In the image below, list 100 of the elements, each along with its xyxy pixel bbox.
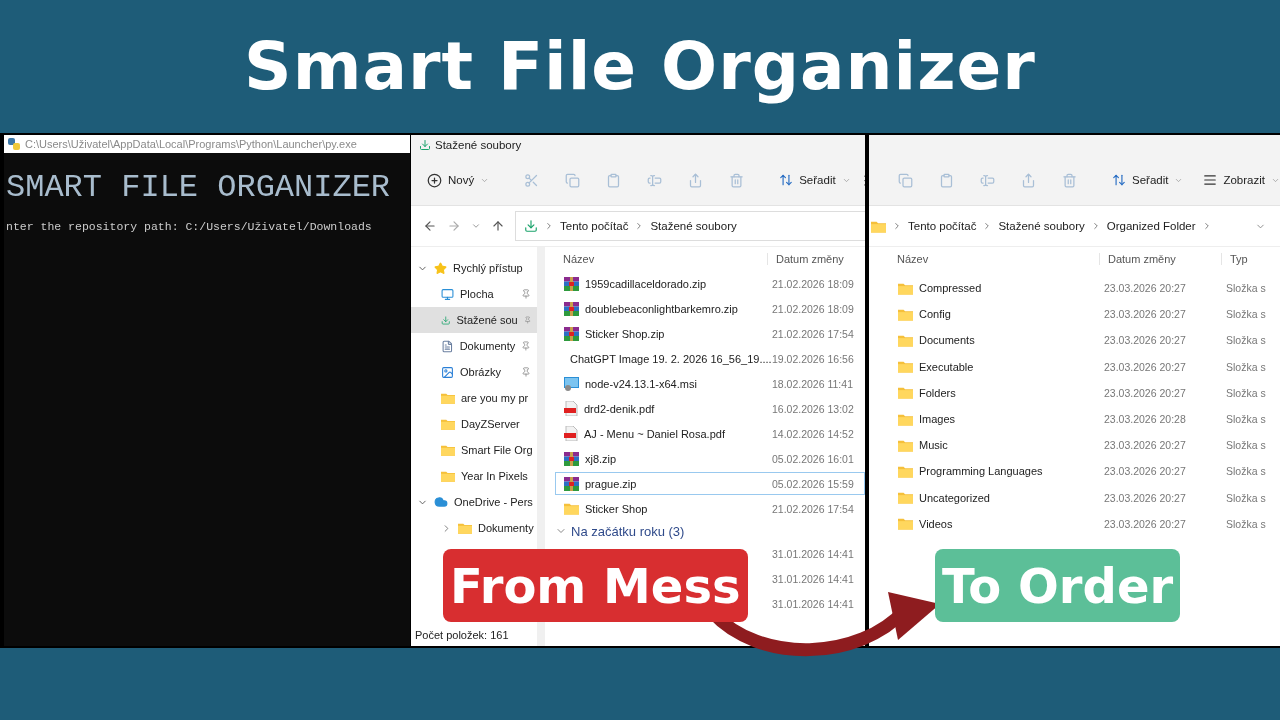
column-header[interactable]: Název [889,253,1099,265]
folder-row[interactable]: Uncategorized 23.03.2026 20:27 Složka s [889,485,1280,510]
address-bar[interactable]: Tento počítač Stažené soubory [515,211,865,241]
breadcrumb-item[interactable]: Stažené soubory [998,220,1085,232]
folder-name: Executable [919,360,974,373]
file-row[interactable]: Sticker Shop 21.02.2026 17:54 [555,497,865,520]
sort-icon [1112,173,1126,187]
column-header[interactable]: Datum změny [1099,253,1221,265]
archive-icon [564,301,579,316]
column-header[interactable]: Typ [1221,253,1280,265]
date-cell-text: 23.03.2026 20:27 [1103,491,1187,504]
date-cell-text: 23.03.2026 20:28 [1103,413,1187,426]
file-row[interactable]: 1959cadillaceldorado.zip 21.02.2026 18:09 [555,272,865,295]
up-icon[interactable] [491,219,505,233]
sidebar-item[interactable]: Stažené sou [411,307,537,333]
date-cell-text: 16.02.2026 13:02 [771,402,855,415]
forward-icon[interactable] [447,219,461,233]
type-cell-text: Složka s [1225,413,1267,426]
sidebar-item[interactable]: Dokumenty [411,515,537,541]
label-badge: To Order [935,549,1181,622]
window-title: Stažené soubory [435,139,522,151]
date-cell-text: 21.02.2026 18:09 [771,302,855,315]
file-row[interactable]: drd2-denik.pdf 16.02.2026 13:02 [555,397,865,420]
sort-button[interactable]: Seřadit [1104,167,1192,193]
date-cell-text: 14.02.2026 14:52 [771,427,855,440]
archive-icon [564,451,579,466]
view-button[interactable]: Zobrazit [1195,167,1280,193]
sidebar-item[interactable]: are you my pr [411,385,537,411]
date-cell-text: 31.01.2026 14:41 [771,572,855,585]
sidebar-item[interactable]: Year In Pixels [411,463,537,489]
label-badge: From Mess [443,549,748,622]
folder-row[interactable]: Programming Languages 23.03.2026 20:27 Složka s [889,459,1280,484]
folder-row[interactable]: Compressed 23.03.2026 20:27 Složka s [889,276,1280,301]
type-cell-text: Složka s [1225,282,1267,295]
sidebar-item[interactable]: Rychlý přístup [411,255,537,281]
file-row[interactable]: doublebeaconlightbarkemro.zip 21.02.2026 18:09 [555,297,865,320]
sidebar-item[interactable]: Obrázky [411,359,537,385]
breadcrumb-item[interactable]: Tento počítač [908,220,977,232]
type-cell-text: Složka s [1225,308,1267,321]
sidebar-item[interactable]: OneDrive - Pers [411,489,537,515]
group-header[interactable]: Na začátku roku (3) [555,521,865,541]
folder-name: Uncategorized [919,491,990,504]
folder-row[interactable]: Documents 23.03.2026 20:27 Složka s [889,328,1280,353]
pdf-file-icon [564,401,578,416]
breadcrumb-item[interactable]: Organized Folder [1106,220,1196,232]
back-icon[interactable] [423,219,437,233]
new-button[interactable]: Nový [419,166,498,194]
archive-icon [564,326,579,341]
folder-row[interactable]: Config 23.03.2026 20:27 Složka s [889,302,1280,327]
folder-name: Images [919,413,956,426]
archive-icon [564,476,579,491]
chevron-down-icon[interactable] [471,221,481,231]
folder-name: Music [919,439,948,452]
file-name: Sticker Shop.zip [585,327,665,340]
download-icon [524,219,538,233]
folder-icon [441,418,455,430]
date-cell-text: 23.03.2026 20:27 [1103,465,1187,478]
folder-row[interactable]: Folders 23.03.2026 20:27 Složka s [889,380,1280,405]
breadcrumb-item[interactable]: Tento počítač [560,220,629,232]
breadcrumb-item[interactable]: Stažené soubory [650,220,737,232]
archive-icon [564,276,579,291]
file-row[interactable]: AJ - Menu ~ Daniel Rosa.pdf 14.02.2026 14:52 [555,422,865,445]
column-header[interactable]: Datum změny [767,253,857,265]
date-cell-text: 23.03.2026 20:27 [1103,308,1187,321]
cloud-icon [434,495,448,509]
lines-icon [1203,173,1218,187]
date-cell-text: 21.02.2026 18:09 [771,277,855,290]
sidebar-item[interactable]: DayZServer [411,411,537,437]
folder-name: Videos [919,517,953,530]
sidebar-item[interactable]: Dokumenty [411,333,537,359]
date-cell-text: 21.02.2026 17:54 [771,327,855,340]
file-name: AJ - Menu ~ Daniel Rosa.pdf [584,427,725,440]
download-icon [441,313,451,327]
folder-icon [898,386,913,400]
folder-row[interactable]: Images 23.03.2026 20:28 Složka s [889,406,1280,432]
folder-row[interactable]: Executable 23.03.2026 20:27 Složka s [889,354,1280,379]
file-name: Sticker Shop [585,502,648,515]
file-name: drd2-denik.pdf [584,402,655,415]
desktop-icon [441,287,454,301]
date-cell-text: 18.02.2026 11:41 [771,377,854,390]
column-header[interactable]: Název [555,253,767,265]
file-row[interactable]: xj8.zip 05.02.2026 16:01 [555,447,865,470]
date-cell-text: 23.03.2026 20:27 [1103,386,1187,399]
folder-name: Documents [919,334,975,347]
folder-name: Folders [919,386,956,399]
folder-icon [898,517,913,531]
folder-row[interactable]: Videos 23.03.2026 20:27 Složka s [889,511,1280,536]
file-row[interactable]: node-v24.13.1-x64.msi 18.02.2026 11:41 [555,372,865,395]
file-row[interactable]: Sticker Shop.zip 21.02.2026 17:54 [555,322,865,345]
folder-row[interactable]: Music 23.03.2026 20:27 Složka s [889,433,1280,458]
python-icon [8,138,20,150]
folder-icon [898,281,913,295]
sidebar-item[interactable]: Smart File Org [411,437,537,463]
address-bar[interactable]: Tento počítač Stažené soubory Organized Folder [869,212,1280,240]
banner-text: SMART FILE ORGANIZER [6,169,392,206]
file-row[interactable]: ChatGPT Image 19. 2. 2026 16_56_19....19.02.2026 16:56 [555,347,865,370]
sidebar-item[interactable]: Plocha [411,281,537,307]
file-row[interactable]: prague.zip 05.02.2026 15:59 [555,472,865,495]
chevron-right-icon [544,221,554,231]
sort-button[interactable]: Seřadit [771,167,859,193]
